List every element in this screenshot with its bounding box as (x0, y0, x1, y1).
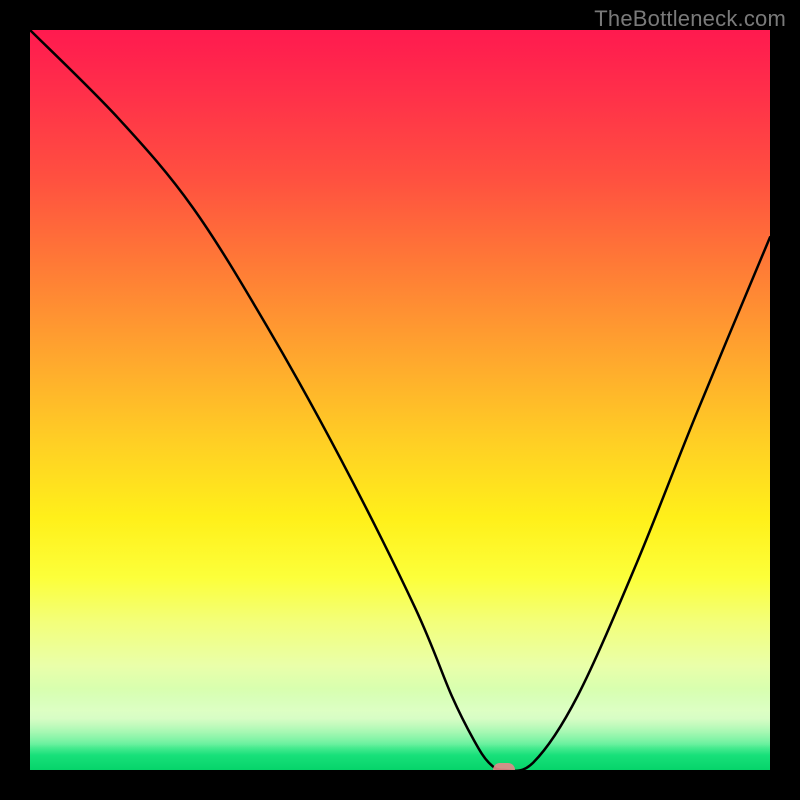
chart-frame: TheBottleneck.com (0, 0, 800, 800)
plot-area (30, 30, 770, 770)
optimal-point-marker (493, 763, 515, 770)
watermark-text: TheBottleneck.com (594, 6, 786, 32)
bottleneck-curve (30, 30, 770, 770)
